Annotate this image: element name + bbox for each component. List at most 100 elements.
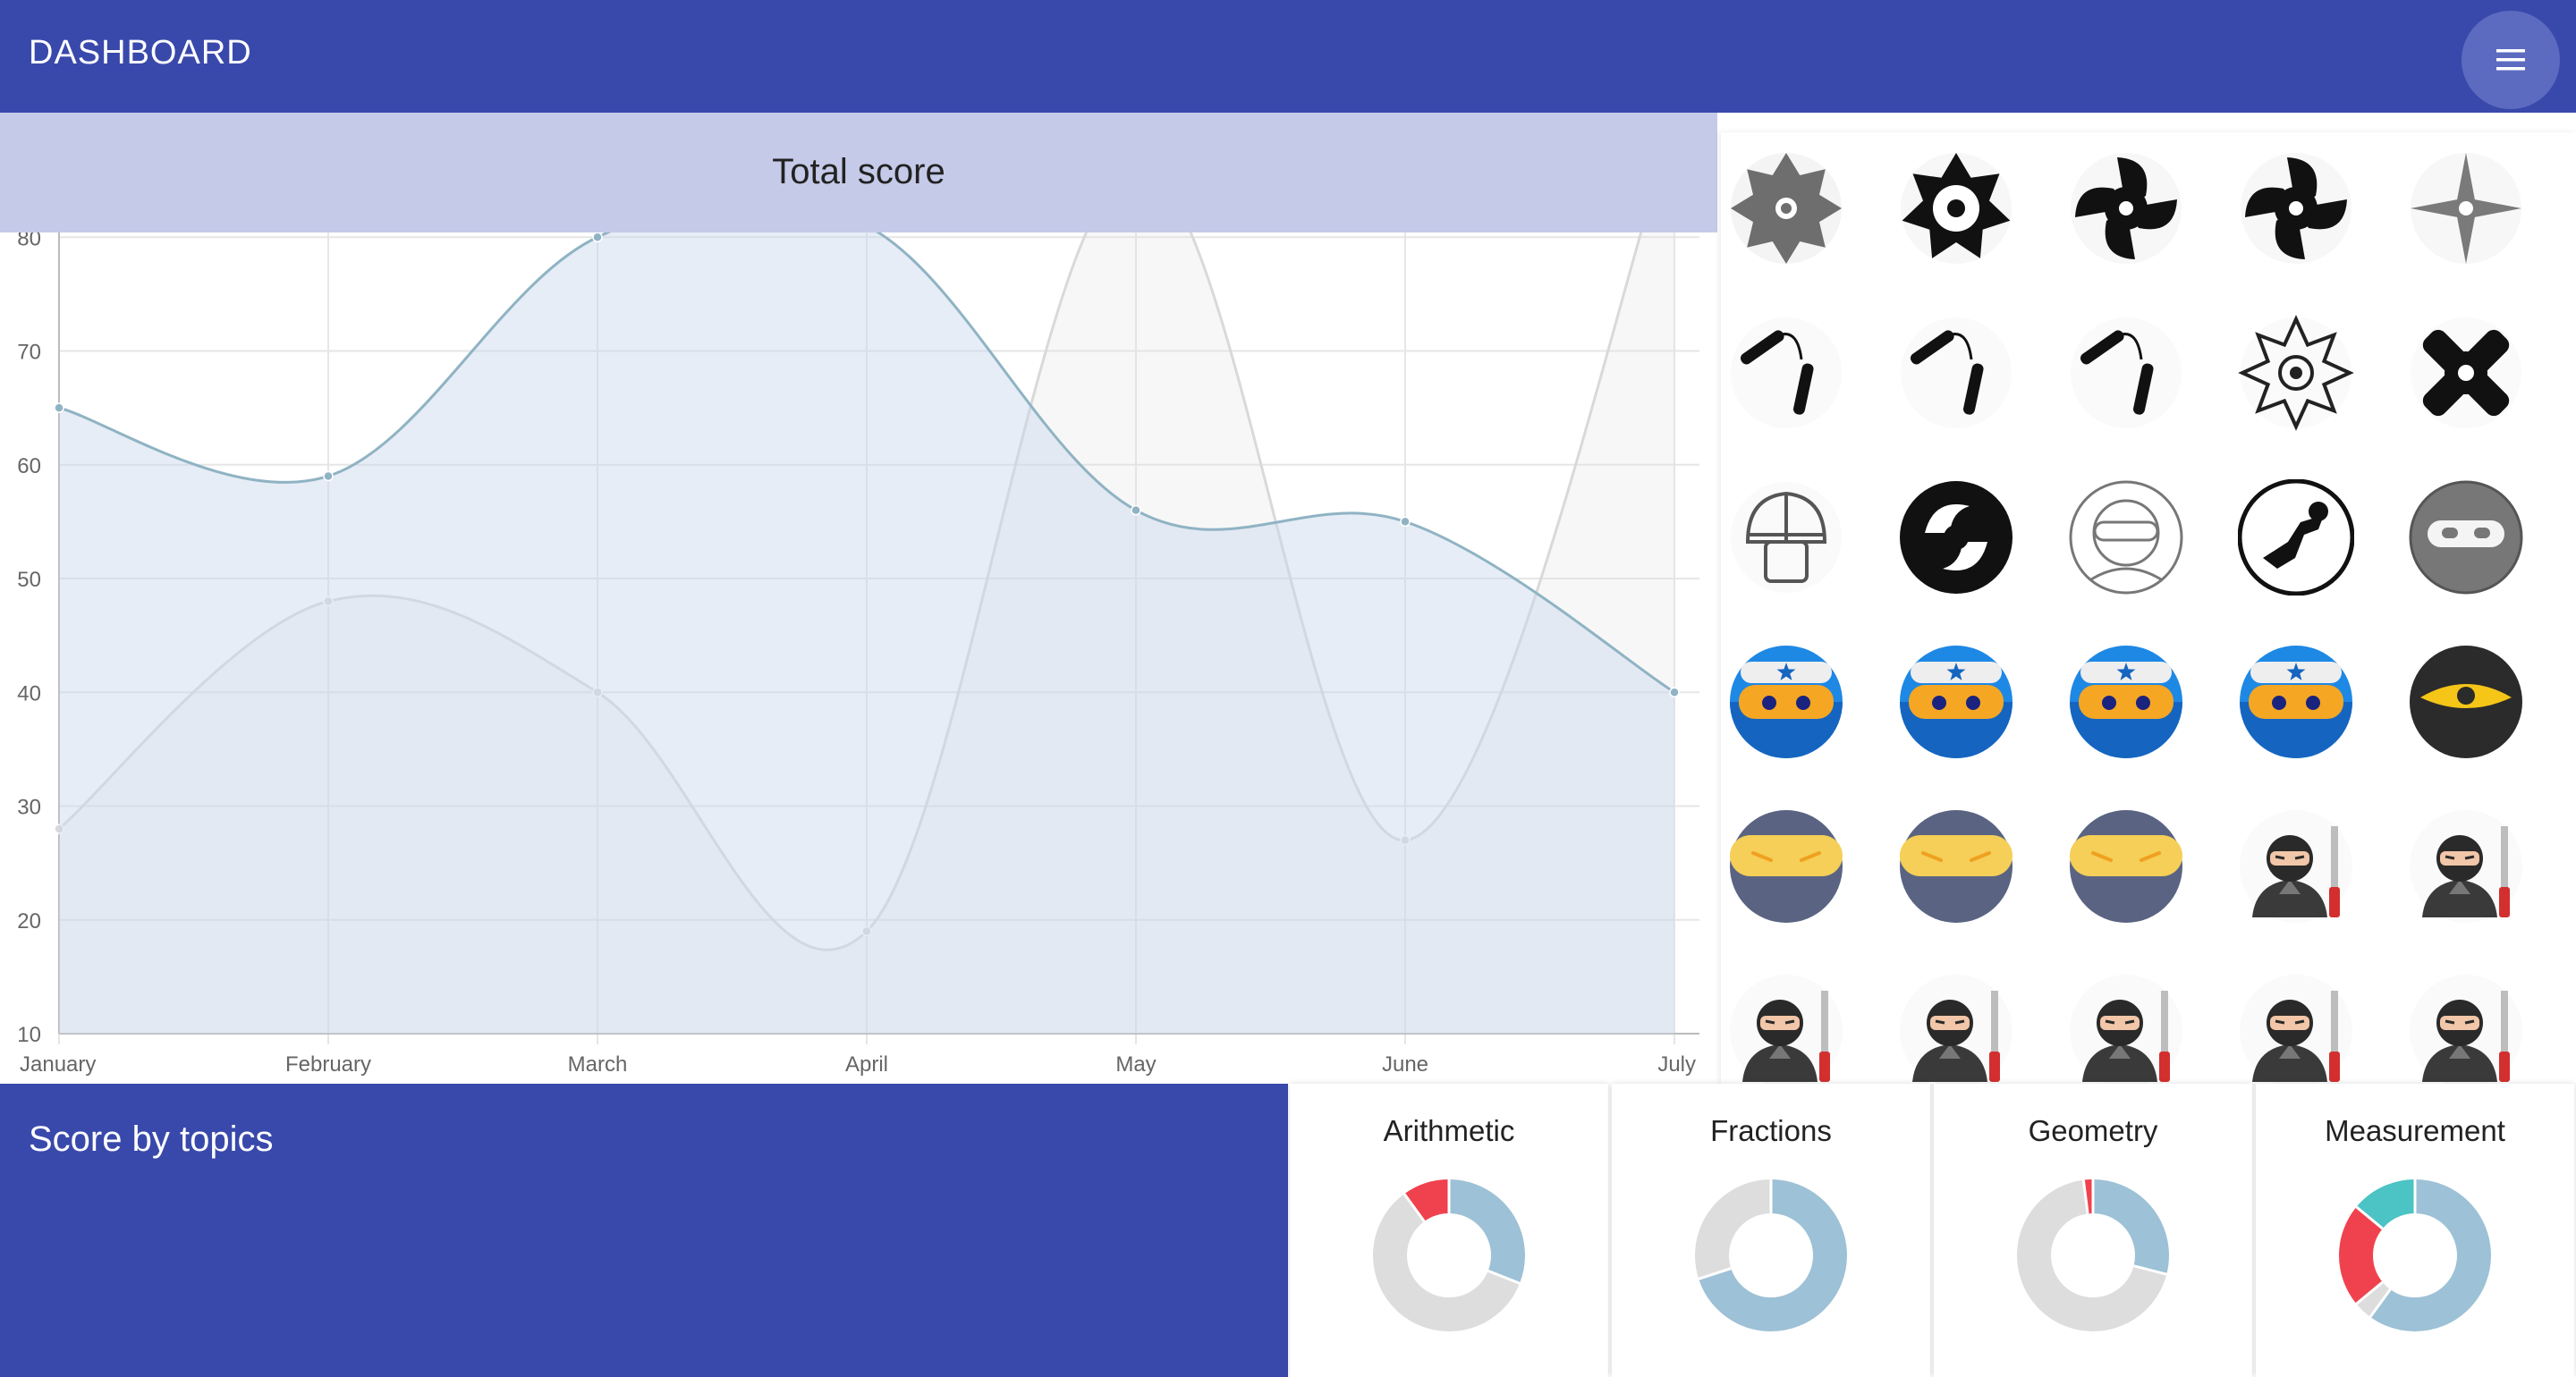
ninja-face-outline-icon [2069, 480, 2183, 595]
y-tick-label: 30 [17, 796, 41, 820]
black-four-blade-shuriken-icon [2241, 153, 2351, 264]
topic-name: Fractions [1710, 1114, 1832, 1147]
avatar-option[interactable] [2068, 644, 2184, 760]
topic-card-fractions: Fractions [1612, 1084, 1930, 1377]
black-swirl-icon [1900, 481, 2012, 594]
fractions-donut-chart [1695, 1179, 1847, 1331]
ninja-with-sword-icon [2410, 975, 2522, 1084]
ninja-with-sword-icon [2240, 810, 2352, 923]
avatar-option[interactable] [2408, 644, 2524, 760]
avatar-option[interactable] [1898, 644, 2014, 760]
avatar-option[interactable] [2068, 808, 2184, 925]
avatar-option[interactable] [2238, 644, 2354, 760]
avatar-option[interactable] [2408, 150, 2524, 266]
blue-ninja-icon [2070, 646, 2182, 758]
x-tick-label: February [285, 1052, 371, 1077]
topics-title: Score by topics [29, 1119, 274, 1159]
avatar-option[interactable] [2068, 973, 2184, 1084]
ninja-with-sword-icon [1900, 975, 2012, 1084]
score-by-topics-panel: Score by topics [0, 1084, 1288, 1377]
data-point[interactable] [323, 470, 334, 482]
ninja-with-sword-icon [2070, 975, 2182, 1084]
topic-name: Arithmetic [1383, 1114, 1515, 1147]
data-point[interactable] [1400, 516, 1411, 528]
ninja-with-sword-icon [2410, 810, 2522, 923]
avatar-option[interactable] [1728, 973, 1844, 1084]
chart-header: Total score [0, 113, 1717, 232]
measurement-donut-chart [2339, 1179, 2491, 1331]
data-point[interactable] [1669, 687, 1680, 697]
total-score-chart: 102030405060708090JanuaryFebruaryMarchAp… [17, 232, 1699, 1077]
avatar-option[interactable] [1728, 479, 1844, 596]
topic-card-arithmetic: Arithmetic [1290, 1084, 1608, 1377]
menu-button[interactable] [2462, 11, 2560, 109]
slate-ninja-icon [1730, 810, 1843, 923]
avatar-option[interactable] [2237, 478, 2355, 596]
x-tick-label: June [1382, 1052, 1428, 1077]
blue-ninja-icon [2240, 646, 2352, 758]
black-ninja-eyes-icon [2410, 646, 2522, 758]
x-tick-label: May [1115, 1052, 1156, 1077]
chart-title: Total score [772, 152, 945, 191]
avatar-option[interactable] [2068, 150, 2184, 266]
data-point[interactable] [1131, 504, 1141, 516]
nunchaku-icon [1901, 317, 2012, 428]
y-tick-label: 50 [17, 568, 41, 592]
y-tick-label: 40 [17, 681, 41, 705]
total-score-panel: Total score 102030405060708090JanuaryFeb… [0, 113, 1717, 1084]
topic-name: Geometry [2028, 1114, 2158, 1147]
avatar-option[interactable] [2238, 973, 2354, 1084]
avatar-option[interactable] [1898, 315, 2014, 431]
slate-ninja-icon [1900, 810, 2012, 923]
ninja-with-sword-icon [1730, 975, 1843, 1084]
avatar-picker [1721, 132, 2576, 1084]
avatar-option[interactable] [1728, 644, 1844, 760]
y-tick-label: 10 [17, 1023, 41, 1047]
hamburger-menu-icon [2496, 49, 2525, 71]
black-four-blade-shuriken-icon [2071, 153, 2182, 264]
avatar-option[interactable] [1728, 150, 1844, 266]
y-tick-label: 20 [17, 909, 41, 933]
series-0 [54, 232, 1680, 1034]
avatar-option[interactable] [1728, 808, 1844, 925]
avatar-option[interactable] [2408, 808, 2524, 925]
avatar-option[interactable] [1898, 150, 2014, 266]
avatar-option[interactable] [2238, 150, 2354, 266]
blue-ninja-icon [1730, 646, 1843, 758]
data-point[interactable] [592, 232, 603, 242]
avatar-option[interactable] [2408, 973, 2524, 1084]
geometry-donut-chart [2017, 1179, 2169, 1331]
avatar-option[interactable] [2068, 479, 2184, 596]
avatar-option[interactable] [1898, 973, 2014, 1084]
topic-card-geometry: Geometry [1934, 1084, 2252, 1377]
blue-ninja-icon [1900, 646, 2012, 758]
avatar-option[interactable] [1898, 808, 2014, 925]
app-header: DASHBOARD [0, 0, 2576, 113]
x-tick-label: January [20, 1052, 96, 1077]
samurai-helmet-icon [1731, 482, 1842, 593]
x-tick-label: March [568, 1052, 628, 1077]
avatar-option[interactable] [1898, 479, 2014, 596]
series-area [59, 232, 1674, 1034]
outline-star-shuriken-icon [2238, 315, 2354, 431]
gray-kunai-shuriken-icon [2411, 153, 2521, 264]
ninja-with-sword-icon [2240, 975, 2352, 1084]
avatar-option[interactable] [1728, 315, 1844, 431]
arithmetic-donut-chart [1373, 1179, 1525, 1331]
running-ninja-icon [2237, 478, 2355, 596]
data-point[interactable] [54, 402, 64, 413]
y-tick-label: 80 [17, 232, 41, 250]
avatar-option[interactable] [2068, 315, 2184, 431]
y-tick-label: 60 [17, 454, 41, 478]
avatar-option[interactable] [2408, 479, 2524, 596]
x-tick-label: July [1657, 1052, 1696, 1077]
avatar-option[interactable] [2238, 808, 2354, 925]
black-star-shuriken-icon [1901, 153, 2012, 264]
avatar-option[interactable] [2238, 315, 2354, 431]
avatar-option[interactable] [2408, 315, 2524, 431]
x-tick-label: April [845, 1052, 888, 1077]
topic-name: Measurement [2325, 1114, 2505, 1147]
nunchaku-icon [2071, 317, 2182, 428]
y-tick-label: 70 [17, 341, 41, 365]
slate-ninja-icon [2070, 810, 2182, 923]
